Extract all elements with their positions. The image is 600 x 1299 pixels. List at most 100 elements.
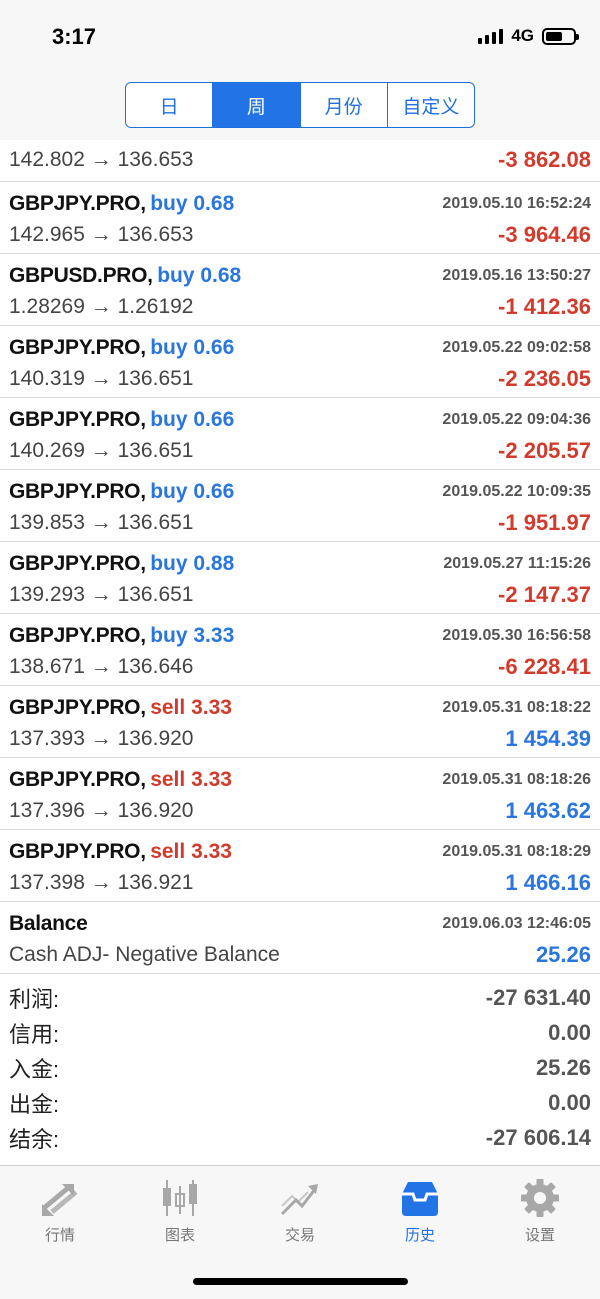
history-row[interactable]: GBPJPY.PRO, buy 0.66 2019.05.22 09:04:36 1… [0,398,600,470]
status-indicators: 4G [478,26,579,46]
period-tab-month[interactable]: 月份 [301,83,388,127]
history-row[interactable]: GBPJPY.PRO, buy 0.66 2019.05.22 10:09:35 1… [0,470,600,542]
trade-time: 2019.05.22 09:04:36 [442,411,591,428]
trade-time: 2019.05.10 16:52:24 [442,195,591,212]
history-inbox-icon [402,1182,438,1216]
trade-time: 2019.05.22 09:02:58 [442,339,591,356]
history-list[interactable]: 142.802 → 136.653 -3 862.08 GBPJPY.PRO, … [0,140,600,974]
price-range: 140.319 → 136.651 [9,367,194,390]
symbol-label: Balance [9,912,88,935]
price-range: 137.396 → 136.920 [9,799,194,822]
trade-time: 2019.05.31 08:18:26 [442,771,591,788]
summary-label: 信用: [9,1021,60,1047]
profit-value: -1 412.36 [498,294,591,319]
price-range: 140.269 → 136.651 [9,439,194,462]
summary-value: -27 606.14 [485,1124,591,1150]
signal-strength-icon [478,28,504,44]
profit-value: 25.26 [535,942,591,967]
trade-time: 2019.05.30 16:56:58 [442,627,591,644]
trade-side-volume: buy 0.66 [150,408,235,431]
candlestick-chart-icon [163,1180,197,1216]
price-range: 137.398 → 136.921 [9,871,194,894]
tab-label: 图表 [164,1227,195,1244]
profit-value: 1 466.16 [505,870,591,895]
bottom-tab-bar: 行情 图表 交易 历史 设置 [0,1165,600,1299]
profit-value: 1 454.39 [505,726,591,751]
tab-history[interactable]: 历史 [360,1166,480,1256]
history-row[interactable]: Balance 2019.06.03 12:46:05 Cash ADJ- Neg… [0,902,600,974]
summary-value: 0.00 [548,1019,591,1045]
battery-icon [542,27,579,45]
symbol-label: GBPJPY.PRO, [9,336,146,359]
profit-value: -3 862.08 [498,147,591,172]
trade-chart-icon [280,1184,318,1216]
history-row[interactable]: GBPJPY.PRO, buy 0.88 2019.05.27 11:15:26 1… [0,542,600,614]
tab-label: 历史 [404,1227,435,1244]
trade-time: 2019.05.31 08:18:29 [442,843,591,860]
price-range: Cash ADJ- Negative Balance [9,943,280,966]
profit-value: -2 236.05 [498,366,591,391]
price-range: 142.802 → 136.653 [9,148,194,171]
tab-settings[interactable]: 设置 [480,1166,600,1256]
history-row-partial[interactable]: 142.802 → 136.653 -3 862.08 [0,140,600,182]
tab-label: 行情 [44,1227,75,1244]
trade-side-volume: buy 0.68 [157,264,242,287]
summary-label: 结余: [9,1126,60,1152]
trade-side-volume: buy 0.68 [150,192,235,215]
symbol-label: GBPJPY.PRO, [9,768,146,791]
trade-side-volume: buy 3.33 [150,624,235,647]
summary-row: 利润: -27 631.40 [0,980,600,1015]
period-tab-week[interactable]: 周 [213,83,301,127]
period-tab-day[interactable]: 日 [126,83,214,127]
history-row[interactable]: GBPJPY.PRO, sell 3.33 2019.05.31 08:18:22… [0,686,600,758]
price-range: 142.965 → 136.653 [9,223,194,246]
profit-value: -2 205.57 [498,438,591,463]
history-summary: 利润: -27 631.40 信用: 0.00 入金: 25.26 出金: 0.00 结余: -2… [0,980,600,1155]
trade-side-volume: buy 0.88 [150,552,235,575]
trade-time: 2019.05.16 13:50:27 [442,267,591,284]
trade-side-volume: buy 0.66 [150,480,235,503]
summary-label: 入金: [9,1056,60,1082]
home-indicator [193,1278,408,1285]
status-bar: 3:17 4G [0,0,600,72]
price-range: 139.853 → 136.651 [9,511,194,534]
trade-time: 2019.05.31 08:18:22 [442,699,591,716]
network-type: 4G [511,26,534,45]
period-selector-bar: 日 周 月份 自定义 [0,72,600,140]
tab-trade[interactable]: 交易 [240,1166,360,1256]
profit-value: -2 147.37 [498,582,591,607]
price-range: 139.293 → 136.651 [9,583,194,606]
history-row[interactable]: GBPJPY.PRO, sell 3.33 2019.05.31 08:18:26… [0,758,600,830]
summary-label: 利润: [9,986,60,1012]
price-range: 138.671 → 136.646 [9,655,194,678]
tab-charts[interactable]: 图表 [120,1166,240,1256]
symbol-label: GBPJPY.PRO, [9,624,146,647]
trade-side-volume: buy 0.66 [150,336,235,359]
symbol-label: GBPJPY.PRO, [9,840,146,863]
history-row[interactable]: GBPJPY.PRO, buy 3.33 2019.05.30 16:56:58 1… [0,614,600,686]
gear-icon [521,1179,559,1217]
symbol-label: GBPJPY.PRO, [9,408,146,431]
summary-value: -27 631.40 [485,984,591,1010]
symbol-label: GBPJPY.PRO, [9,696,146,719]
trade-side-volume: sell 3.33 [150,696,232,719]
status-time: 3:17 [52,24,97,49]
history-row[interactable]: GBPUSD.PRO, buy 0.68 2019.05.16 13:50:27 1… [0,254,600,326]
quotes-arrows-icon [42,1184,78,1216]
summary-value: 0.00 [548,1089,591,1115]
history-row[interactable]: GBPJPY.PRO, buy 0.66 2019.05.22 09:02:58 1… [0,326,600,398]
summary-row: 信用: 0.00 [0,1015,600,1050]
history-row[interactable]: GBPJPY.PRO, sell 3.33 2019.05.31 08:18:29… [0,830,600,902]
trade-time: 2019.06.03 12:46:05 [442,915,591,932]
symbol-label: GBPJPY.PRO, [9,192,146,215]
symbol-label: GBPJPY.PRO, [9,552,146,575]
trade-time: 2019.05.22 10:09:35 [442,483,591,500]
profit-value: -3 964.46 [498,222,591,247]
summary-row: 结余: -27 606.14 [0,1120,600,1155]
profit-value: -1 951.97 [498,510,591,535]
period-tab-custom[interactable]: 自定义 [388,83,474,127]
price-range: 137.393 → 136.920 [9,727,194,750]
summary-value: 25.26 [535,1054,591,1080]
tab-quotes[interactable]: 行情 [0,1166,120,1256]
history-row[interactable]: GBPJPY.PRO, buy 0.68 2019.05.10 16:52:24 1… [0,182,600,254]
